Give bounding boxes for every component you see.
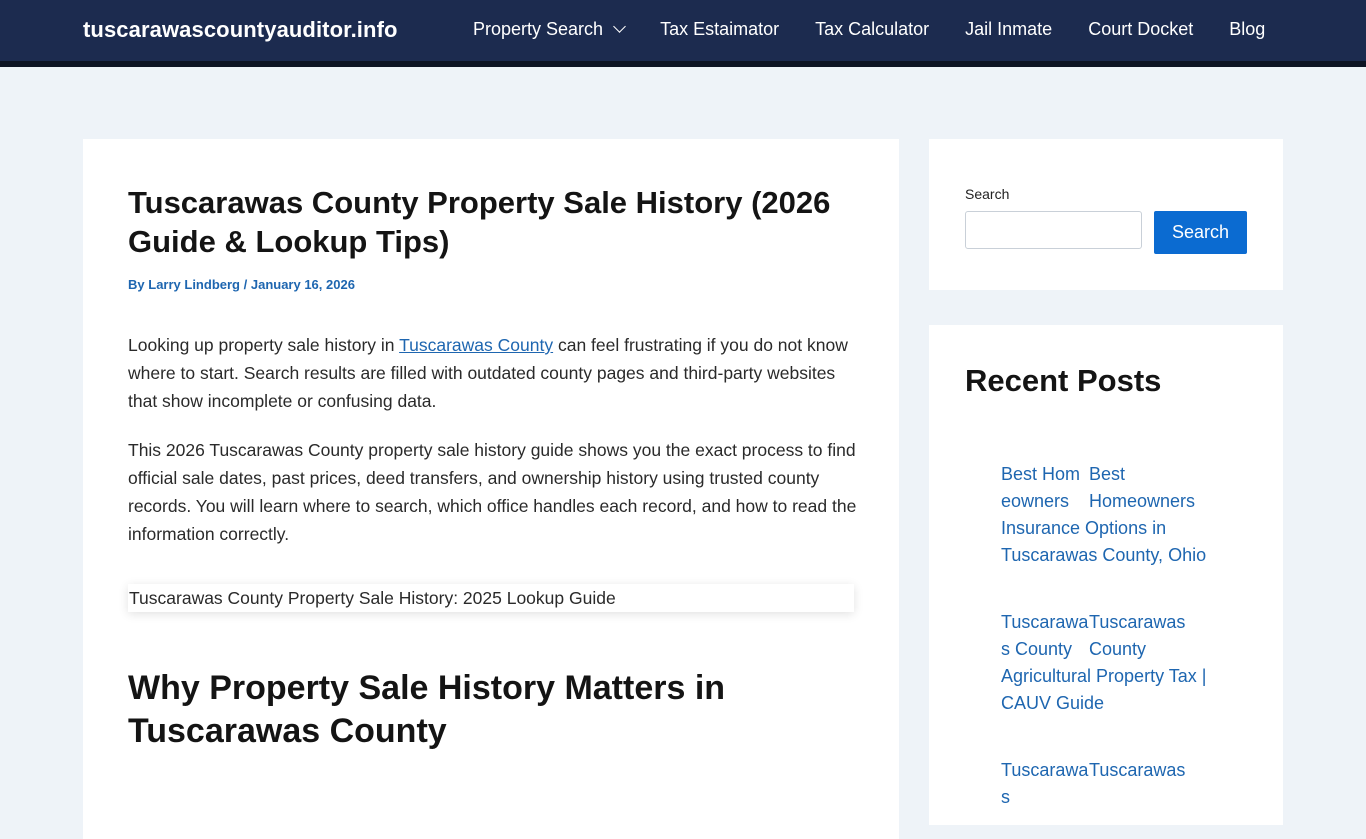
post-date: January 16, 2026 [250,277,355,292]
image-alt-text: Tuscarawas County Property Sale History:… [129,587,616,608]
article-title: Tuscarawas County Property Sale History … [128,185,831,259]
intro-paragraph: Looking up property sale history in Tusc… [128,331,858,415]
featured-image-broken: Tuscarawas County Property Sale History:… [128,584,854,612]
nav-item-label: Property Search [473,19,604,39]
post-thumbnail-broken[interactable]: Best Homeowners [1001,461,1089,515]
search-input[interactable] [965,211,1142,249]
meta-separator: / [243,277,251,292]
nav-item-property-search[interactable]: Property Search [473,19,626,40]
nav-item-tax-calculator[interactable]: Tax Calculator [815,19,929,40]
nav-item-jail-inmate[interactable]: Jail Inmate [965,19,1052,40]
search-button[interactable]: Search [1154,211,1247,254]
recent-post-item: Tuscarawas County Tuscarawas County Agri… [1001,609,1216,717]
nav-item-tax-estimator[interactable]: Tax Estaimator [660,19,779,40]
nav-item-court-docket[interactable]: Court Docket [1088,19,1193,40]
sidebar-search-widget: Search Search [929,139,1283,290]
tuscarawas-county-link[interactable]: Tuscarawas County [399,335,553,355]
article-card: Tuscarawas County Property Sale History … [83,139,899,839]
guide-paragraph: This 2026 Tuscarawas County property sal… [128,440,857,544]
recent-post-item: Tuscarawas Tuscarawas [1001,757,1216,811]
meta-by: By [128,277,145,292]
intro-text-before: Looking up property sale history in [128,335,400,355]
site-header: tuscarawascountyauditor.info Property Se… [0,0,1366,67]
recent-post-item: Best Homeowners Best Homeowners Insuranc… [1001,461,1216,569]
post-thumbnail-broken[interactable]: Tuscarawas [1001,757,1089,811]
chevron-down-icon[interactable] [613,20,626,33]
section-heading: Why Property Sale History Matters in Tus… [128,669,726,750]
recent-post-link[interactable]: Tuscarawas [1089,760,1185,780]
recent-posts-heading: Recent Posts [965,363,1162,398]
site-title-link[interactable]: tuscarawascountyauditor.info [83,17,398,43]
author-link[interactable]: Larry Lindberg [148,277,240,292]
nav-item-blog[interactable]: Blog [1229,19,1265,40]
post-thumbnail-broken[interactable]: Tuscarawas County [1001,609,1089,663]
recent-posts-widget: Recent Posts Best Homeowners Best Homeow… [929,325,1283,825]
main-nav: Property Search Tax Estaimator Tax Calcu… [473,19,1265,40]
post-meta: By Larry Lindberg / January 16, 2026 [128,277,355,292]
search-label: Search [965,186,1010,202]
